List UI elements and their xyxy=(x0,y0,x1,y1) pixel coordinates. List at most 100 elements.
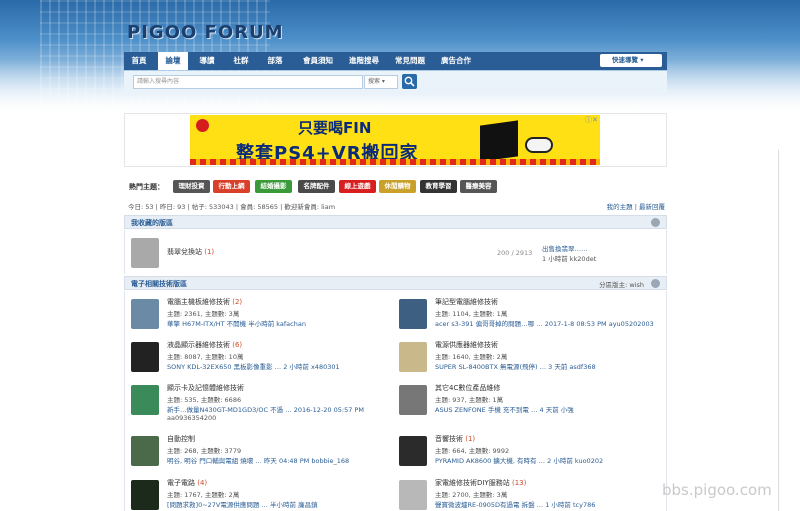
nav-guide[interactable]: 導讀 xyxy=(192,52,222,70)
forum-meta: 主題: 268, 主題數: 3779 xyxy=(167,447,242,455)
forum-item: 電子電路 (4) 主題: 1767, 主題數: 2萬 [問題求救]0~27V電源… xyxy=(125,478,390,511)
section-body: 翡翠兌換站 (1) 200 / 2913 出售換翡翠…… 1 小時前 kk20d… xyxy=(124,230,667,274)
hot-tag[interactable]: 休閒購物 xyxy=(379,180,416,193)
forum-name[interactable]: 顯示卡及記憶體維修技術 xyxy=(167,383,244,393)
nav-faq[interactable]: 常見問題 xyxy=(388,52,432,70)
search-input[interactable]: 請輸入搜尋內容 xyxy=(133,75,363,89)
stats-links: 我的主題 | 最新回覆 xyxy=(606,203,665,211)
quick-nav-button[interactable]: 快速導覽 ▾ xyxy=(600,54,662,67)
appliance-icon xyxy=(399,480,427,510)
oscilloscope-icon xyxy=(131,480,159,510)
ad-headline: 只要喝FIN xyxy=(298,119,372,137)
forum-name[interactable]: 家電維修技術DIY服務站 (13) xyxy=(435,478,526,488)
forum-meta: 主題: 937, 主題數: 1萬 xyxy=(435,396,504,404)
speaker-icon xyxy=(399,436,427,466)
motherboard-icon xyxy=(131,299,159,329)
hot-tag[interactable]: 理財投資 xyxy=(173,180,210,193)
forum-item: 音響技術 (1) 主題: 664, 主題數: 9992 PYRAMID AK86… xyxy=(393,434,665,474)
forum-name[interactable]: 其它4C數位產品維修 xyxy=(435,383,500,393)
hot-tag[interactable]: 教育學習 xyxy=(420,180,457,193)
forum-item: 家電維修技術DIY服務站 (13) 主題: 2700, 主題數: 3萬 聲寶微波… xyxy=(393,478,665,511)
forum-item: 電源供應器維修技術 主題: 1640, 主題數: 2萬 SUPER SL-840… xyxy=(393,340,665,380)
last-post[interactable]: SUPER SL-8400BTX 無電源(飛停) … 3 天前 asdf368 xyxy=(435,361,596,371)
calculator-icon xyxy=(131,238,159,268)
section-moderator[interactable]: 分區版主: wish xyxy=(599,279,644,289)
search-button[interactable] xyxy=(402,74,417,89)
latest-replies-link[interactable]: 最新回覆 xyxy=(639,203,665,211)
section-title: 電子相關技術版區 xyxy=(131,280,187,288)
forum-item: 其它4C數位產品維修 主題: 937, 主題數: 1萬 ASUS ZENFONE… xyxy=(393,383,665,423)
forum-counts: 200 / 2913 xyxy=(497,249,533,257)
forum-name[interactable]: 自動控制 xyxy=(167,434,195,444)
last-post[interactable]: PYRAMID AK8600 擴大機, 有時有 … 2 小時前 kuo0202 xyxy=(435,455,603,465)
nav-community[interactable]: 社群 xyxy=(226,52,256,70)
last-post[interactable]: ASUS ZENFONE 手機 充不到電 … 4 天前 小強 xyxy=(435,404,574,414)
last-post[interactable]: 明谷, 明谷 門口輔與電組 燒壞 … 昨天 04:48 PM bobbie_16… xyxy=(167,455,349,465)
forum-item: 筆記型電腦維修技術 主題: 1104, 主題數: 1萬 acer s3-391 … xyxy=(393,297,665,337)
forum-item: 翡翠兌換站 (1) 200 / 2913 出售換翡翠…… 1 小時前 kk20d… xyxy=(125,236,665,276)
last-post[interactable]: [問題求救]0~27V電源供應問題 … 半小時前 廉昌鎮 xyxy=(167,499,318,509)
last-post[interactable]: 華擎 H67M-ITX/HT 不開機 半小時前 kafachan xyxy=(167,318,306,328)
nav-blog[interactable]: 部落 xyxy=(260,52,290,70)
forum-name[interactable]: 電腦主機板維修技術 (2) xyxy=(167,297,242,307)
site-logo[interactable]: PIGOO FORUM xyxy=(127,22,284,43)
hot-tag[interactable]: 結婚攝影 xyxy=(255,180,292,193)
forum-name[interactable]: 筆記型電腦維修技術 xyxy=(435,297,498,307)
nav-member-notice[interactable]: 會員須知 xyxy=(296,52,340,70)
last-post[interactable]: SONY KDL-32EX650 黑板影像重影 … 2 小時前 x480301 xyxy=(167,361,340,371)
nav-home[interactable]: 首頁 xyxy=(124,52,154,70)
hot-tag[interactable]: 醫療美容 xyxy=(460,180,497,193)
forum-meta: 主題: 2700, 主題數: 3萬 xyxy=(435,491,508,499)
ad-close-icon[interactable]: ⓘ✕ xyxy=(585,115,598,125)
forum-item: 電腦主機板維修技術 (2) 主題: 2361, 主題數: 3萬 華擎 H67M-… xyxy=(125,297,390,337)
forum-meta: 主題: 664, 主題數: 9992 xyxy=(435,447,510,455)
last-post-title[interactable]: 出售換翡翠…… xyxy=(542,243,588,253)
forum-meta: 主題: 1640, 主題數: 2萬 xyxy=(435,353,508,361)
collapse-icon[interactable] xyxy=(651,218,660,227)
ad-footer-strip xyxy=(190,159,600,165)
forum-name[interactable]: 電子電路 (4) xyxy=(167,478,207,488)
forum-name[interactable]: 液晶顯示器維修技術 (6) xyxy=(167,340,242,350)
last-post-author[interactable]: aa0936354200 xyxy=(167,414,216,422)
vr-headset-icon xyxy=(525,137,553,153)
forum-meta: 主題: 535, 主題數: 6686 xyxy=(167,396,242,404)
last-post-time: 1 小時前 kk20det xyxy=(542,255,597,263)
collapse-icon[interactable] xyxy=(651,279,660,288)
section-header: 電子相關技術版區 分區版主: wish xyxy=(124,276,667,290)
chevron-down-icon: ▾ xyxy=(640,56,644,64)
hot-tag[interactable]: 名牌配件 xyxy=(298,180,335,193)
brand-logo-icon xyxy=(196,119,209,132)
laptop-icon xyxy=(399,299,427,329)
monitor-icon xyxy=(131,342,159,372)
search-icon xyxy=(404,76,415,87)
forum-name[interactable]: 音響技術 (1) xyxy=(435,434,475,444)
nav-advertising[interactable]: 廣告合作 xyxy=(434,52,478,70)
my-topics-link[interactable]: 我的主題 xyxy=(607,203,633,211)
last-post[interactable]: 新手…做量N430GT-MD1GD3/OC 不過 … 2016-12-20 05… xyxy=(167,404,364,414)
hot-topics-label: 熱門主題： xyxy=(129,183,164,191)
stats-text: 今日: 53 | 昨日: 93 | 帖子: 533043 | 會員: 58565… xyxy=(128,203,336,211)
printer-icon xyxy=(399,385,427,415)
forum-name[interactable]: 電源供應器維修技術 xyxy=(435,340,498,350)
last-post[interactable]: acer s3-391 偏哥哥掉的問題…哪 … 2017-1-8 08:53 P… xyxy=(435,318,654,328)
controller-icon xyxy=(131,436,159,466)
psu-icon xyxy=(399,342,427,372)
forum-item: 自動控制 主題: 268, 主題數: 3779 明谷, 明谷 門口輔與電組 燒壞… xyxy=(125,434,390,474)
watermark: bbs.pigoo.com xyxy=(662,481,772,499)
nav-forum[interactable]: 論壇 xyxy=(158,52,188,70)
search-scope-select[interactable]: 搜索 ▾ xyxy=(364,75,398,89)
forum-name[interactable]: 翡翠兌換站 (1) xyxy=(167,247,214,257)
last-post[interactable]: 聲寶微波爐RE-0905D有過電 拆盤 … 1 小時前 tcy786 xyxy=(435,499,595,509)
forum-meta: 主題: 1104, 主題數: 1萬 xyxy=(435,310,508,318)
forum-item: 液晶顯示器維修技術 (6) 主題: 8087, 主題數: 10萬 SONY KD… xyxy=(125,340,390,380)
ad-banner[interactable]: 只要喝FIN 整套PS4+VR搬回家 xyxy=(190,115,600,165)
hot-tag[interactable]: 行動上網 xyxy=(213,180,250,193)
forum-item: 顯示卡及記憶體維修技術 主題: 535, 主題數: 6686 新手…做量N430… xyxy=(125,383,390,423)
hot-tag[interactable]: 線上遊戲 xyxy=(339,180,376,193)
nav-advanced-search[interactable]: 進階搜尋 xyxy=(342,52,386,70)
section-header: 我收藏的版區 xyxy=(124,215,667,229)
section-title: 我收藏的版區 xyxy=(131,219,173,227)
forum-meta: 主題: 2361, 主題數: 3萬 xyxy=(167,310,240,318)
search-scope-label: 搜索 xyxy=(368,78,381,85)
forum-stats: 今日: 53 | 昨日: 93 | 帖子: 533043 | 會員: 58565… xyxy=(124,201,667,211)
